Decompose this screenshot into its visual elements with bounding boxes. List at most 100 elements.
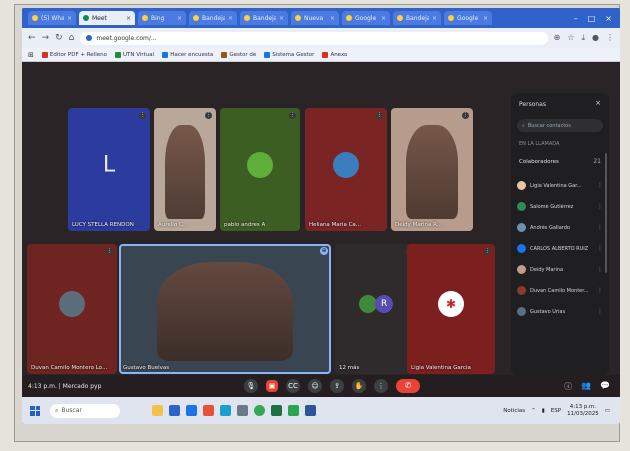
tab-close-icon[interactable]: × xyxy=(381,15,386,22)
participant-list-item[interactable]: Salomé Gutiérrez ⋮ xyxy=(517,196,603,217)
present-icon[interactable]: ⇪ xyxy=(330,379,344,393)
pin-icon[interactable]: ⊕ xyxy=(320,247,328,255)
site-info-icon[interactable] xyxy=(86,35,93,41)
participant-tile[interactable]: Duvan Camilo Montero Lo... ⋮ xyxy=(27,244,117,374)
tab-close-icon[interactable]: × xyxy=(126,15,131,22)
app-icon[interactable] xyxy=(288,405,299,416)
maximize-icon[interactable]: □ xyxy=(588,14,596,23)
more-options-icon[interactable]: ⋮ xyxy=(597,287,603,294)
bookmark-star-icon[interactable]: ☆ xyxy=(567,33,574,43)
chrome-icon[interactable] xyxy=(254,405,265,416)
participant-list-item[interactable]: Andrés Gallardo ⋮ xyxy=(517,217,603,238)
people-icon[interactable]: 👥 xyxy=(581,381,591,392)
back-icon[interactable]: ← xyxy=(28,33,36,43)
news-widget[interactable]: Noticias xyxy=(503,408,525,414)
participant-list-item[interactable]: Gustavo Urias ⋮ xyxy=(517,301,603,322)
people-search-input[interactable]: ⌕ Buscar contactos xyxy=(517,119,603,132)
browser-tab[interactable]: Google × xyxy=(444,11,492,25)
participant-list-item[interactable]: CARLOS ALBERTO RUIZ ⋮ xyxy=(517,238,603,259)
menu-icon[interactable]: ⋮ xyxy=(606,33,614,43)
browser-tab[interactable]: Google × xyxy=(342,11,390,25)
more-options-icon[interactable]: ⋮ xyxy=(374,379,388,393)
mic-icon[interactable]: 🎙 xyxy=(244,379,258,393)
more-options-icon[interactable]: ⋮ xyxy=(597,203,603,210)
participant-list-item[interactable]: Deidy Marina ⋮ xyxy=(517,259,603,280)
taskbar-search[interactable]: ⌕ Buscar xyxy=(50,403,120,418)
settings-icon[interactable] xyxy=(237,405,248,416)
forward-icon[interactable]: → xyxy=(42,33,50,43)
browser-tab[interactable]: Bandeja × xyxy=(240,11,288,25)
raise-hand-icon[interactable]: ✋ xyxy=(352,379,366,393)
tab-close-icon[interactable]: × xyxy=(330,15,335,22)
participant-tile[interactable]: Aurelio C... ⋮ xyxy=(154,108,216,231)
participant-tile[interactable]: L LUCY STELLA RENDON ⋮ xyxy=(68,108,150,231)
participant-tile[interactable]: R12 más⋮ xyxy=(335,244,417,374)
participants-group-label[interactable]: Colaboradores xyxy=(519,159,559,165)
browser-tab[interactable]: Bandeja × xyxy=(393,11,441,25)
office-icon[interactable] xyxy=(203,405,214,416)
tab-close-icon[interactable]: × xyxy=(483,15,488,22)
start-icon[interactable] xyxy=(30,405,40,416)
store-icon[interactable] xyxy=(169,405,180,416)
download-icon[interactable]: ⤓ xyxy=(581,33,585,43)
address-bar[interactable]: meet.google.com/... xyxy=(80,31,548,45)
captions-icon[interactable]: CC xyxy=(286,379,300,393)
notifications-icon[interactable]: ▭ xyxy=(605,408,610,414)
edge-icon[interactable] xyxy=(220,405,231,416)
tile-options-icon[interactable]: ⋮ xyxy=(205,112,212,119)
bookmark-item[interactable]: UTN Virtual xyxy=(114,51,154,58)
network-icon[interactable]: ▮ xyxy=(542,408,545,414)
tile-options-icon[interactable]: ⋮ xyxy=(484,248,491,255)
browser-tab[interactable]: Bandeja × xyxy=(189,11,237,25)
participant-list-item[interactable]: Ligia Valentina Gar... ⋮ xyxy=(517,175,603,196)
bookmark-item[interactable]: Hacer encuesta xyxy=(162,51,213,58)
language-indicator[interactable]: ESP xyxy=(551,408,561,414)
tile-options-icon[interactable]: ⋮ xyxy=(376,112,383,119)
panel-scrollbar[interactable] xyxy=(605,153,607,273)
tile-options-icon[interactable]: ⋮ xyxy=(139,112,146,119)
word-icon[interactable] xyxy=(305,405,316,416)
apps-icon[interactable]: ⊞ xyxy=(28,51,34,59)
more-options-icon[interactable]: ⋮ xyxy=(597,308,603,315)
tab-close-icon[interactable]: × xyxy=(177,15,182,22)
tab-close-icon[interactable]: × xyxy=(67,15,72,22)
emoji-icon[interactable]: ☺ xyxy=(308,379,322,393)
excel-icon[interactable] xyxy=(271,405,282,416)
bookmark-item[interactable]: Sistema Gestor xyxy=(264,51,314,58)
mail-icon[interactable] xyxy=(186,405,197,416)
info-icon[interactable]: ⓘ xyxy=(564,381,572,392)
participant-tile[interactable]: Heliana Maria Ca... ⋮ xyxy=(305,108,387,231)
participant-tile[interactable]: Gustavo Buelvas ⊕ xyxy=(119,244,331,374)
minimize-icon[interactable]: – xyxy=(574,14,578,23)
chat-icon[interactable]: 💬 xyxy=(600,381,610,392)
more-options-icon[interactable]: ⋮ xyxy=(597,245,603,252)
tray-chevron-icon[interactable]: ⌃ xyxy=(531,408,536,414)
bookmark-item[interactable]: Anexo xyxy=(322,51,347,58)
profile-icon[interactable]: ● xyxy=(592,33,599,43)
participant-tile[interactable]: pablo andres A ⋮ xyxy=(220,108,300,231)
bookmark-item[interactable]: Gestor de xyxy=(221,51,256,58)
bookmark-item[interactable]: Editor PDF + Relleno xyxy=(41,51,107,58)
camera-off-icon[interactable]: ▣ xyxy=(266,380,278,392)
browser-tab[interactable]: Nueva × xyxy=(291,11,339,25)
tab-close-icon[interactable]: × xyxy=(279,15,284,22)
file-explorer-icon[interactable] xyxy=(152,405,163,416)
participant-list-item[interactable]: Duvan Camilo Monter... ⋮ xyxy=(517,280,603,301)
reload-icon[interactable]: ↻ xyxy=(55,33,63,43)
leave-call-button[interactable]: ✆ xyxy=(396,379,420,393)
more-options-icon[interactable]: ⋮ xyxy=(597,224,603,231)
more-options-icon[interactable]: ⋮ xyxy=(597,182,603,189)
browser-tab[interactable]: Bing × xyxy=(138,11,186,25)
tab-close-icon[interactable]: × xyxy=(432,15,437,22)
tab-close-icon[interactable]: × xyxy=(228,15,233,22)
browser-tab[interactable]: (5) WhatsA× xyxy=(28,11,76,25)
taskbar-clock[interactable]: 4:13 p.m. 11/03/2025 xyxy=(567,404,599,418)
home-icon[interactable]: ⌂ xyxy=(69,33,75,43)
tile-options-icon[interactable]: ⋮ xyxy=(106,248,113,255)
tile-options-icon[interactable]: ⋮ xyxy=(289,112,296,119)
participant-tile[interactable]: ✱ Ligia Valentina Garcia ⋮ xyxy=(407,244,495,374)
close-window-icon[interactable]: × xyxy=(605,14,612,23)
zoom-icon[interactable]: ⊕ xyxy=(554,33,561,43)
tile-options-icon[interactable]: ⋮ xyxy=(462,112,469,119)
participant-tile[interactable]: Deidy Marina R... ⋮ xyxy=(391,108,473,231)
